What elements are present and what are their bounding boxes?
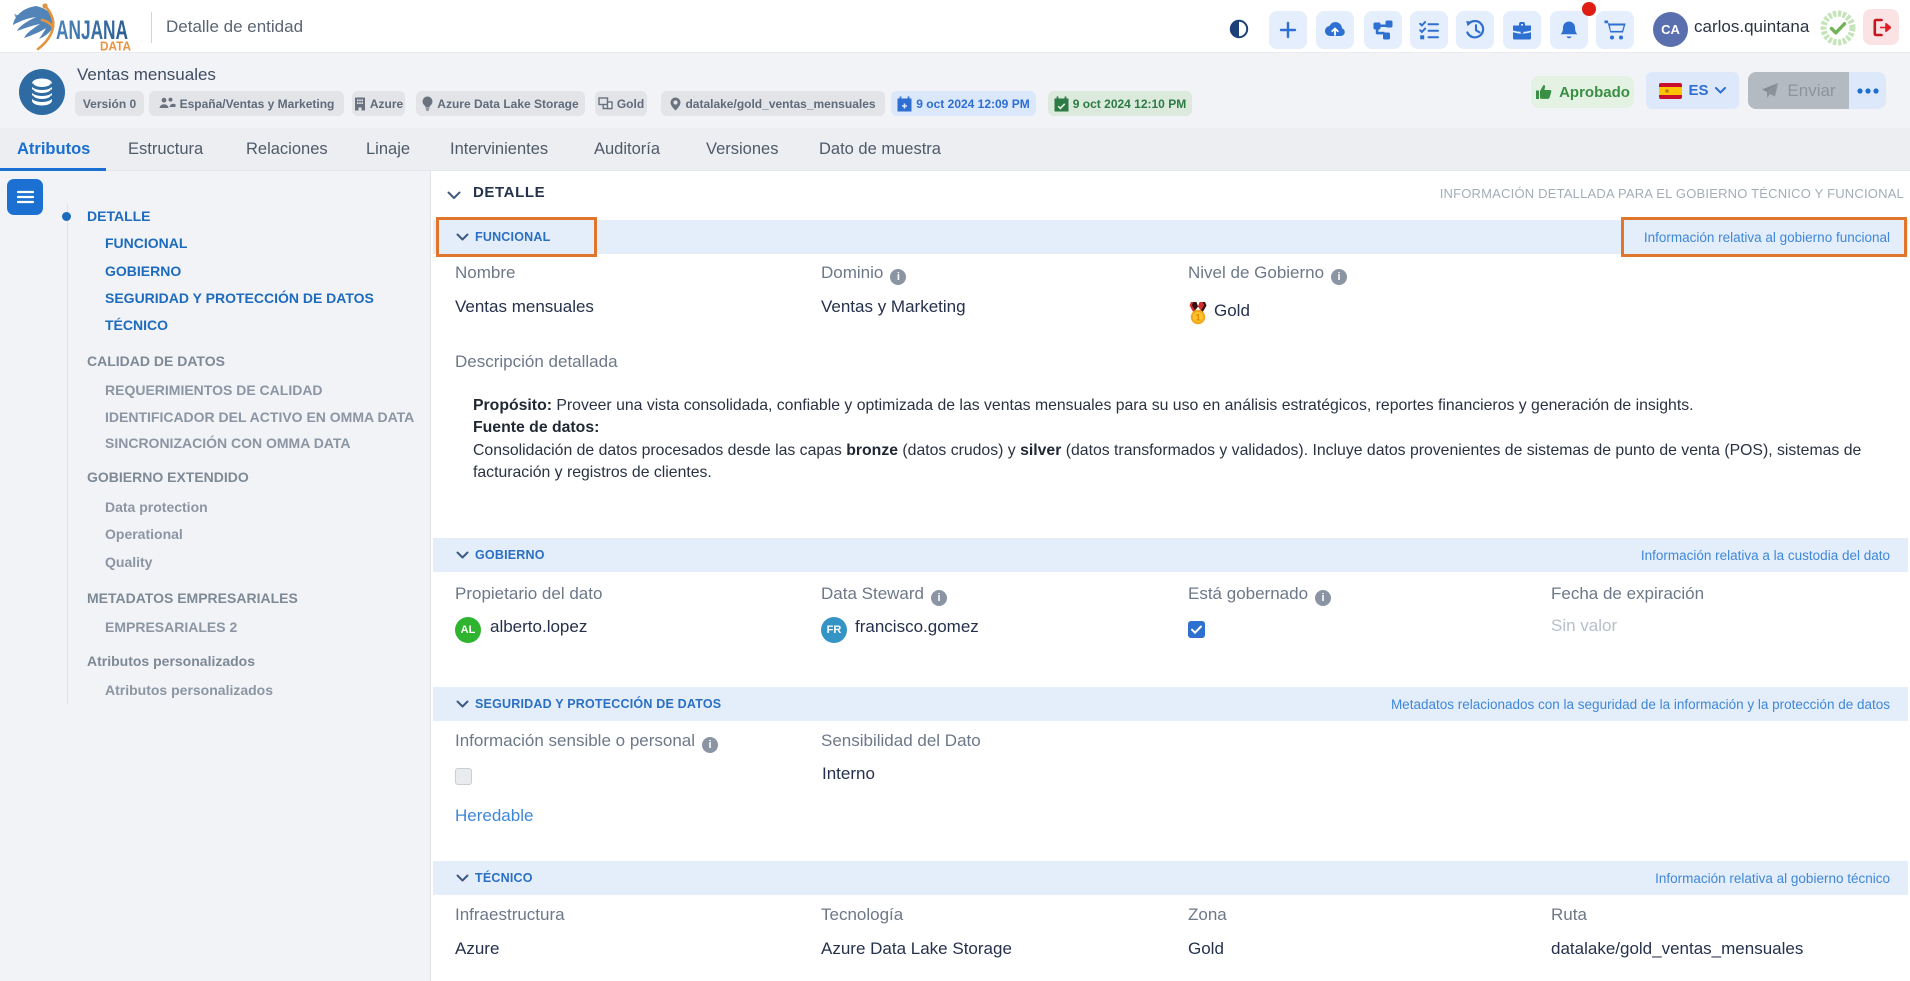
svg-text:1: 1 (1195, 313, 1201, 324)
svg-text:DATA: DATA (100, 39, 132, 54)
